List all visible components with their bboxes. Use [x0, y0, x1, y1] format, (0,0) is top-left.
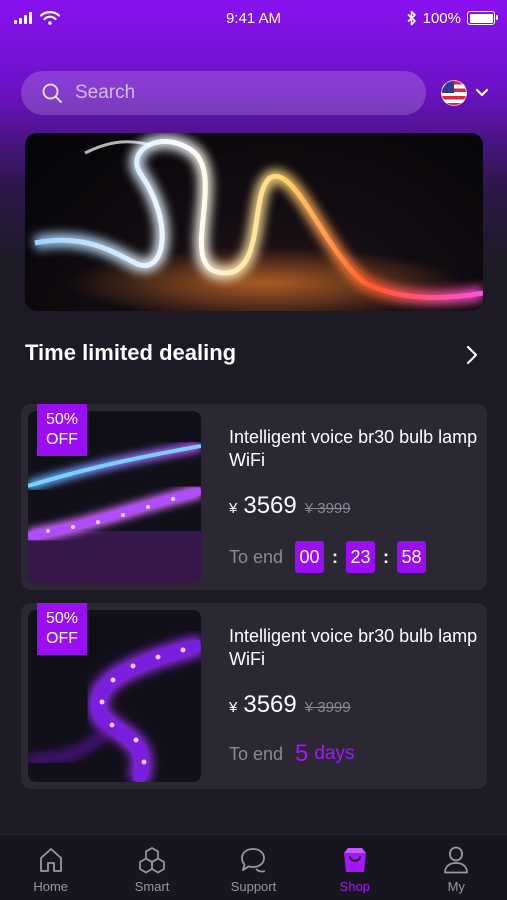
wifi-icon	[40, 11, 60, 25]
battery-icon	[467, 11, 498, 25]
language-selector[interactable]	[441, 80, 489, 106]
countdown: To end 5 days	[229, 740, 355, 768]
currency-symbol: ¥	[229, 500, 238, 517]
chevron-right-icon[interactable]	[462, 344, 482, 366]
discount-badge: 50% OFF	[37, 603, 87, 655]
discount-percent: 50%	[45, 411, 79, 428]
tab-label: Shop	[339, 879, 371, 894]
original-price: ¥ 3999	[304, 500, 351, 517]
promo-banner[interactable]	[25, 133, 483, 311]
us-flag-icon	[441, 80, 467, 106]
countdown-separator: :	[332, 546, 339, 567]
product-card[interactable]: 50% OFF Intelligent voice br30 bulb lamp…	[21, 404, 487, 590]
user-icon	[444, 846, 469, 874]
tab-smart[interactable]: Smart	[112, 845, 192, 894]
countdown-hours: 00	[295, 541, 325, 573]
discount-percent: 50%	[45, 610, 79, 627]
to-end-label: To end	[229, 546, 284, 567]
tab-my[interactable]: My	[416, 845, 496, 894]
section-title: Time limited dealing	[25, 340, 237, 365]
discount-off: OFF	[46, 630, 78, 647]
tab-label: Home	[33, 879, 69, 894]
original-price: ¥ 3999	[304, 699, 351, 716]
tab-label: Smart	[134, 879, 170, 894]
discount-badge: 50% OFF	[37, 404, 87, 456]
current-price: 3569	[243, 492, 297, 519]
countdown-separator: :	[383, 546, 390, 567]
tab-label: My	[447, 879, 465, 894]
discount-off: OFF	[46, 431, 78, 448]
current-price: 3569	[243, 691, 297, 718]
search-icon	[42, 83, 62, 103]
smart-cubes-icon	[139, 847, 165, 874]
countdown-minutes: 23	[346, 541, 376, 573]
days-label: days	[314, 743, 355, 764]
currency-symbol: ¥	[229, 699, 238, 716]
bluetooth-icon	[407, 10, 416, 26]
search-input[interactable]	[75, 82, 395, 104]
countdown-seconds: 58	[397, 541, 427, 573]
tab-home[interactable]: Home	[11, 845, 91, 894]
product-price: ¥ 3569 ¥ 3999	[229, 492, 351, 520]
status-bar: 9:41 AM 100%	[0, 0, 507, 36]
shopping-bag-icon	[343, 848, 366, 872]
chevron-down-icon	[475, 88, 489, 97]
product-card[interactable]: 50% OFF Intelligent voice br30 bulb lamp…	[21, 603, 487, 789]
tab-support[interactable]: Support	[213, 845, 293, 894]
cellular-signal-icon	[14, 12, 32, 24]
product-name: Intelligent voice br30 bulb lamp WiFi	[229, 427, 478, 470]
tab-bar: Home Smart Support Shop My	[0, 834, 507, 900]
home-icon	[39, 848, 62, 872]
battery-percent: 100%	[422, 9, 461, 27]
product-name: Intelligent voice br30 bulb lamp WiFi	[229, 626, 478, 669]
led-strip-banner-image	[33, 134, 483, 311]
chat-bubble-icon	[241, 848, 266, 873]
search-bar[interactable]	[21, 71, 426, 115]
product-price: ¥ 3569 ¥ 3999	[229, 691, 351, 719]
tab-label: Support	[230, 879, 277, 894]
tab-shop[interactable]: Shop	[315, 845, 395, 894]
countdown: To end 00 : 23 : 58	[229, 541, 427, 573]
days-remaining: 5	[295, 740, 309, 767]
to-end-label: To end	[229, 743, 284, 764]
